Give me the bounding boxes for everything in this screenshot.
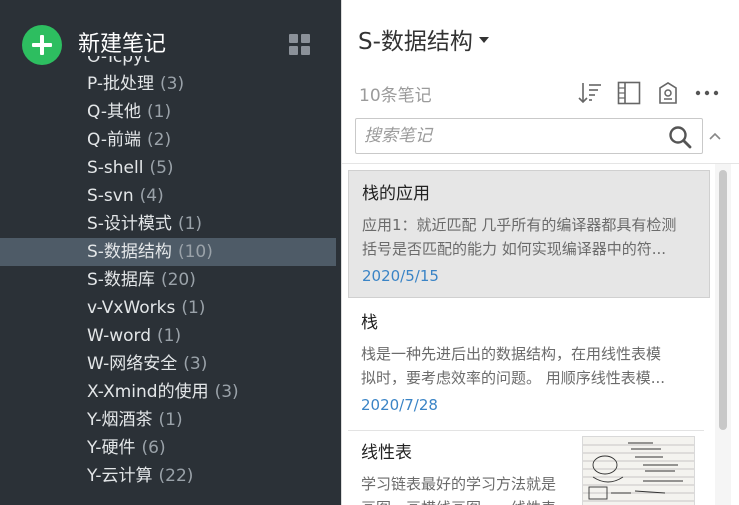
notebook-item-count: (10) (177, 242, 213, 262)
more-icon (695, 90, 719, 96)
notebook-item-count: (2) (147, 130, 172, 150)
caret-down-icon (478, 36, 489, 43)
notebook-item[interactable]: W-网络安全 (3) (0, 350, 341, 378)
handwritten-sketch-image (583, 437, 694, 505)
note-count: 10条笔记 (359, 86, 432, 106)
notebook-item-label: X-Xmind的使用 (87, 382, 209, 402)
note-thumbnail (582, 436, 695, 505)
scrollbar-thumb[interactable] (719, 170, 727, 430)
note-list: 栈的应用 应用1：就近匹配 几乎所有的编译器都具有检测 括号是否匹配的能力 如何… (342, 164, 722, 505)
notebook-item[interactable]: Q-其他 (1) (0, 98, 341, 126)
note-snippet: 学习链表最好的学习方法就是 画图，画横线画图，一线性表 (361, 475, 557, 505)
search-icon[interactable] (668, 125, 692, 149)
notebook-title-dropdown[interactable]: S-数据结构 (358, 26, 489, 58)
note-date: 2020/5/15 (362, 267, 439, 285)
notebook-title: S-数据结构 (358, 29, 473, 55)
note-title: 栈的应用 (362, 184, 430, 204)
more-button[interactable] (694, 80, 720, 106)
notebook-item-label: S-设计模式 (87, 214, 172, 234)
notebook-item[interactable]: S-设计模式 (1) (0, 210, 341, 238)
notebook-item-count: (1) (177, 214, 203, 234)
notebook-item-label: S-svn (87, 186, 134, 206)
notebook-item-count: (22) (158, 466, 194, 486)
chevron-up-icon[interactable] (707, 128, 723, 144)
notebook-item[interactable]: S-shell (5) (0, 154, 341, 182)
notebook-list: O-Tcpyt P-批处理 (3) Q-其他 (1) Q-前端 (2) S-shell… (0, 56, 341, 490)
notebook-item-count: (3) (183, 354, 208, 374)
notebook-item-count: (1) (157, 326, 182, 346)
scrollbar[interactable] (715, 164, 731, 505)
notebook-item-label: S-数据库 (87, 270, 155, 290)
notebook-item[interactable]: v-VxWorks (1) (0, 294, 341, 322)
search-box (355, 118, 703, 154)
notebook-item-label: S-数据结构 (87, 242, 172, 262)
note-item[interactable]: 栈 栈是一种先进后出的数据结构，在用线性表模 拟时，要考虑效率的问题。 用顺序线… (348, 300, 710, 428)
note-list-panel: S-数据结构 10条笔记 搜索笔记 栈的应用 应用1：就近匹配 几乎所有的编译器… (341, 0, 739, 505)
search-input[interactable] (364, 123, 654, 149)
notebook-item-label: Y-烟酒茶 (87, 410, 153, 430)
grid-view-icon[interactable] (289, 34, 311, 56)
sidebar: 新建笔记 O-Tcpyt P-批处理 (3) Q-其他 (1) Q-前端 (2) S-… (0, 0, 341, 505)
notebook-item-label: v-VxWorks (87, 298, 176, 318)
note-snippet: 应用1：就近匹配 几乎所有的编译器都具有检测 括号是否匹配的能力 如何实现编译器… (362, 216, 677, 258)
notebook-item[interactable]: S-svn (4) (0, 182, 341, 210)
notebook-item-label: W-word (87, 326, 152, 346)
notebook-item-count: (1) (158, 410, 183, 430)
view-layout-button[interactable] (616, 80, 642, 106)
sort-button[interactable] (577, 80, 603, 106)
notebook-item-label: O-Tcpyt (87, 56, 150, 67)
reminder-button[interactable] (655, 80, 681, 106)
sort-icon (578, 83, 601, 104)
notebook-item-label: Y-硬件 (87, 438, 136, 458)
notebook-item[interactable]: W-word (1) (0, 322, 341, 350)
reminder-icon (659, 82, 677, 104)
notebook-item-label: Q-前端 (87, 130, 141, 150)
notebook-item-label: W-网络安全 (87, 354, 178, 374)
notebook-item-count: (1) (147, 102, 172, 122)
notebook-item-count: (4) (139, 186, 164, 206)
note-snippet: 栈是一种先进后出的数据结构，在用线性表模 拟时，要考虑效率的问题。 用顺序线性表… (361, 345, 666, 387)
notebook-item[interactable]: Y-烟酒茶 (1) (0, 406, 341, 434)
note-title: 栈 (361, 313, 378, 333)
notebook-item-selected[interactable]: S-数据结构 (10) (0, 238, 336, 266)
notebook-item[interactable]: S-数据库 (20) (0, 266, 341, 294)
notebook-item[interactable]: X-Xmind的使用 (3) (0, 378, 341, 406)
notebook-item[interactable]: Y-硬件 (6) (0, 434, 341, 462)
notebook-item[interactable]: Y-云计算 (22) (0, 462, 341, 490)
notebook-item-count: (3) (160, 74, 185, 94)
notebook-item-count: (6) (141, 438, 166, 458)
notebook-item-label: Q-其他 (87, 102, 141, 122)
notebook-item[interactable]: Q-前端 (2) (0, 126, 341, 154)
note-item-selected[interactable]: 栈的应用 应用1：就近匹配 几乎所有的编译器都具有检测 括号是否匹配的能力 如何… (348, 170, 710, 298)
notebook-item-count: (20) (160, 270, 196, 290)
view-layout-icon (617, 81, 641, 105)
notebook-item[interactable]: P-批处理 (3) (0, 70, 341, 98)
notebook-item-count: (5) (149, 158, 174, 178)
notebook-item[interactable]: O-Tcpyt (0, 56, 341, 70)
note-title: 线性表 (361, 443, 412, 463)
notebook-item-count: (1) (181, 298, 206, 318)
notebook-item-label: S-shell (87, 158, 144, 178)
notebook-item-label: P-批处理 (87, 74, 155, 94)
notebook-item-label: Y-云计算 (87, 466, 153, 486)
note-date: 2020/7/28 (361, 396, 438, 414)
notebook-item-count: (3) (214, 382, 239, 402)
